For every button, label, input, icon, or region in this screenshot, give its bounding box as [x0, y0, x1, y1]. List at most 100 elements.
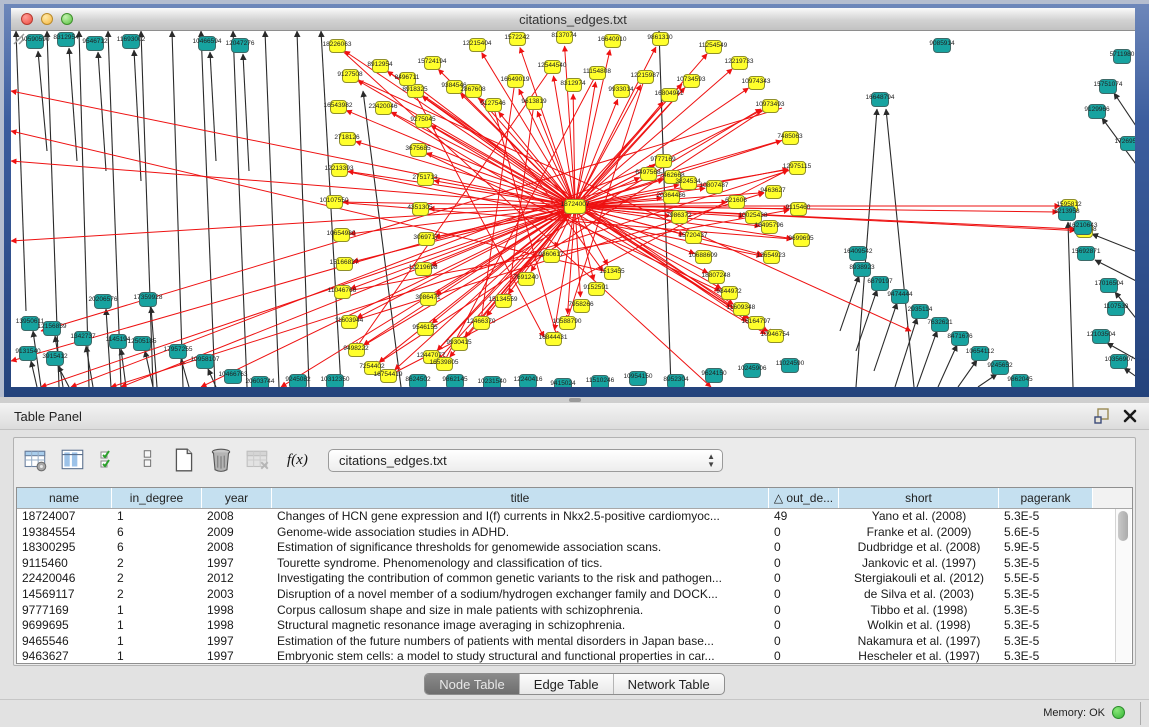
- graph-node[interactable]: 10688609: [695, 250, 712, 264]
- graph-node[interactable]: 11609348: [733, 302, 750, 316]
- graph-node[interactable]: 1513455: [604, 266, 621, 280]
- graph-node[interactable]: 17016504: [1100, 278, 1118, 293]
- graph-node[interactable]: 1342737: [74, 331, 92, 346]
- graph-node[interactable]: 9862045: [1011, 374, 1029, 388]
- graph-node[interactable]: 11510246: [591, 375, 609, 388]
- graph-node[interactable]: 2935114: [911, 304, 929, 319]
- graph-node[interactable]: 12975115: [789, 161, 806, 175]
- graph-node[interactable]: 11024590: [781, 358, 799, 373]
- table-settings-button[interactable]: [22, 446, 50, 474]
- graph-node[interactable]: 10734593: [683, 74, 700, 88]
- column-header-pagerank[interactable]: pagerank: [999, 488, 1093, 508]
- graph-node[interactable]: 10654980: [333, 228, 350, 242]
- graph-hub-node[interactable]: 18724007: [564, 199, 586, 214]
- graph-node[interactable]: 9245652: [991, 360, 1009, 375]
- float-panel-icon[interactable]: [1093, 407, 1111, 425]
- graph-node[interactable]: 8496711: [399, 72, 416, 86]
- graph-node[interactable]: 8918325: [407, 84, 424, 98]
- graph-node[interactable]: 16210643: [1074, 220, 1092, 235]
- graph-node[interactable]: 1107533: [1107, 301, 1125, 316]
- graph-node[interactable]: 11046766: [334, 285, 351, 299]
- tab-edge-table[interactable]: Edge Table: [519, 674, 613, 694]
- graph-node[interactable]: 9127546: [485, 98, 502, 112]
- graph-node[interactable]: 12654923: [763, 250, 780, 264]
- graph-node[interactable]: 9844972: [721, 286, 738, 300]
- graph-node[interactable]: 11603944: [341, 315, 358, 329]
- graph-node[interactable]: 9546155: [417, 322, 434, 336]
- graph-node[interactable]: 15751074: [1099, 79, 1117, 94]
- graph-node[interactable]: 7958266: [573, 299, 590, 313]
- graph-node[interactable]: 9546712: [86, 36, 104, 51]
- graph-node[interactable]: 10466594: [198, 36, 216, 51]
- column-header-name[interactable]: name: [17, 488, 112, 508]
- merge-rows-button[interactable]: [133, 446, 161, 474]
- graph-node[interactable]: 2867608: [465, 84, 482, 98]
- resize-grip-icon[interactable]: [11, 31, 25, 45]
- graph-node[interactable]: 8137074: [556, 31, 573, 44]
- graph-node[interactable]: 20364486: [663, 190, 680, 204]
- graph-node[interactable]: 7485063: [782, 131, 799, 145]
- graph-node[interactable]: 9474444: [891, 289, 909, 304]
- graph-node[interactable]: 12047276: [231, 38, 249, 53]
- graph-node[interactable]: 9613819: [526, 96, 543, 110]
- graph-node[interactable]: 6879197: [871, 276, 889, 291]
- table-row[interactable]: 977716911998Corpus callosum shape and si…: [17, 603, 1132, 619]
- graph-node[interactable]: 16640910: [604, 34, 621, 48]
- column-header-short[interactable]: short: [839, 488, 999, 508]
- graph-node[interactable]: 8952304: [667, 374, 685, 388]
- graph-node[interactable]: 9245082: [289, 374, 307, 388]
- new-table-button[interactable]: [170, 446, 198, 474]
- graph-node[interactable]: 10356907: [1110, 354, 1128, 369]
- graph-node[interactable]: 3915412: [46, 351, 64, 366]
- graph-node[interactable]: 7691240: [518, 272, 535, 286]
- graph-node[interactable]: 2718126: [339, 132, 356, 146]
- graph-node[interactable]: 16409542: [849, 246, 867, 261]
- graph-node[interactable]: 15692871: [1077, 246, 1095, 261]
- graph-node[interactable]: 3824534: [680, 176, 697, 190]
- graph-node[interactable]: 3069717: [418, 232, 435, 246]
- graph-node[interactable]: 22420046: [375, 101, 392, 115]
- graph-node[interactable]: 15166827: [336, 257, 353, 271]
- graph-node[interactable]: 10973493: [762, 99, 779, 113]
- destroy-table-button[interactable]: [244, 446, 272, 474]
- graph-node[interactable]: 16649019: [507, 74, 524, 88]
- graph-node[interactable]: 12156859: [43, 321, 61, 336]
- graph-node[interactable]: 6497568: [640, 167, 657, 181]
- graph-node[interactable]: 12219733: [731, 56, 748, 70]
- graph-node[interactable]: 11154808: [589, 66, 606, 80]
- table-row[interactable]: 1830029562008Estimation of significance …: [17, 540, 1132, 556]
- graph-node[interactable]: 20206576: [94, 294, 112, 309]
- table-row[interactable]: 911546021997Tourette syndrome. Phenomeno…: [17, 556, 1132, 572]
- graph-node[interactable]: 9275045: [415, 114, 432, 128]
- graph-node[interactable]: 9777169: [655, 154, 672, 168]
- graph-node[interactable]: 16539805: [436, 357, 453, 371]
- column-header-out_de[interactable]: △ out_de...: [769, 488, 839, 508]
- graph-node[interactable]: 9463627: [765, 185, 782, 199]
- graph-node[interactable]: 9498222: [348, 343, 365, 357]
- graph-node[interactable]: 10107550: [326, 195, 343, 209]
- graph-node[interactable]: 10654112: [971, 346, 989, 361]
- graph-node[interactable]: 9415024: [554, 378, 572, 388]
- graph-node[interactable]: 8312974: [565, 78, 582, 92]
- graph-node[interactable]: 10231540: [483, 376, 501, 388]
- graph-node[interactable]: 8912954: [372, 59, 389, 73]
- table-row[interactable]: 946362711997Embryonic stem cells: a mode…: [17, 649, 1132, 664]
- graph-node[interactable]: 1572242: [509, 32, 526, 46]
- delete-rows-button[interactable]: [207, 446, 235, 474]
- graph-node[interactable]: 11254549: [705, 40, 722, 54]
- graph-node[interactable]: 16495796: [761, 220, 778, 234]
- graph-node[interactable]: 2751713: [417, 172, 434, 186]
- graph-node[interactable]: 18226063: [329, 39, 346, 53]
- close-panel-icon[interactable]: [1121, 407, 1139, 425]
- graph-node[interactable]: 15134559: [495, 294, 512, 308]
- graph-node[interactable]: 16844431: [545, 332, 562, 346]
- graph-node[interactable]: 11693002: [122, 34, 140, 49]
- graph-node[interactable]: 9861310: [652, 32, 669, 46]
- graph-node[interactable]: 16804941: [661, 88, 678, 102]
- graph-node[interactable]: 9360617: [543, 249, 560, 263]
- graph-node[interactable]: 16164797: [748, 316, 765, 330]
- graph-node[interactable]: 9115460: [790, 202, 807, 216]
- graph-node[interactable]: 10946754: [767, 329, 784, 343]
- graph-node[interactable]: 10312350: [326, 374, 344, 388]
- table-row[interactable]: 1456911722003Disruption of a novel membe…: [17, 587, 1132, 603]
